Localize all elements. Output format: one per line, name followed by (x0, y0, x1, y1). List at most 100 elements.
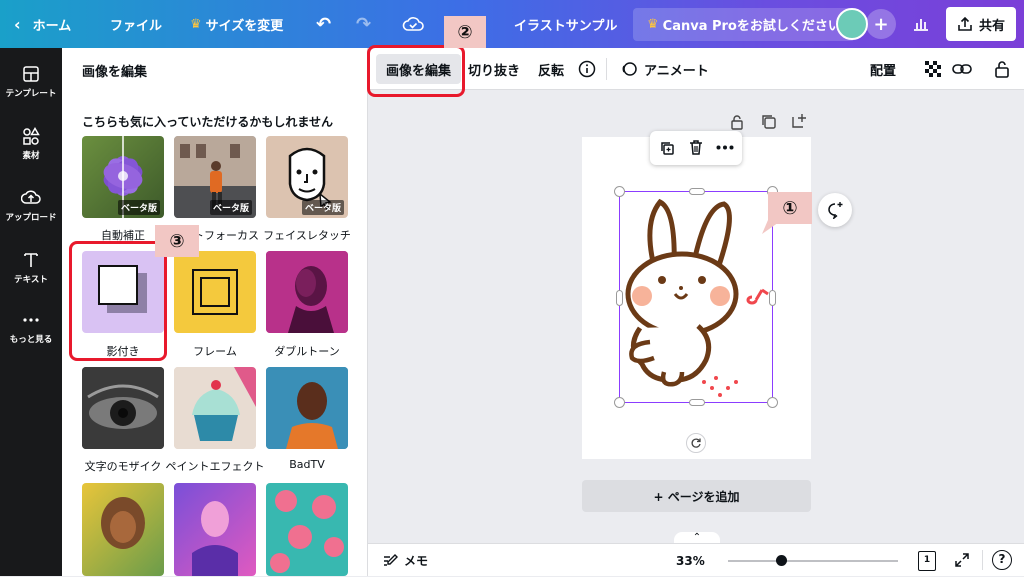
more-options-icon[interactable] (716, 145, 734, 150)
annotation-tag-3: ③ (155, 225, 199, 257)
eye-mosaic-thumbnail (82, 367, 164, 449)
notes-icon (384, 553, 398, 566)
upload-share-icon (958, 16, 972, 31)
effect-tile-duotone[interactable] (266, 251, 348, 333)
help-icon[interactable]: ? (992, 550, 1012, 570)
resize-handle[interactable] (689, 188, 705, 195)
resize-handle[interactable] (769, 290, 776, 306)
annotation-pointer (762, 220, 782, 234)
annotation-number: ③ (169, 230, 185, 252)
selected-image-element[interactable] (614, 186, 778, 408)
page-add-icon[interactable] (791, 113, 807, 133)
share-label: 共有 (978, 18, 1005, 34)
effect-label: フェイスレタッチ (263, 229, 351, 242)
zoom-level[interactable]: 33% (676, 554, 705, 568)
info-icon[interactable] (578, 48, 596, 90)
undo-icon[interactable]: ↶ (316, 0, 331, 48)
resize-handle[interactable] (614, 186, 625, 197)
top-bar: ‹ ホーム ファイル ♛ サイズを変更 ↶ ↷ イラストサンプル ♛ Canva… (0, 0, 1024, 48)
toolbar-divider (606, 58, 607, 80)
resize-handle[interactable] (616, 290, 623, 306)
rail-item-uploads[interactable]: アップロード (0, 188, 62, 223)
rail-label: テキスト (14, 275, 48, 285)
animate-button[interactable]: アニメート (620, 48, 709, 90)
bottom-bar: メモ 33% 1 ? (368, 543, 1024, 576)
resize-button[interactable]: ♛ サイズを変更 (190, 0, 283, 48)
lock-icon[interactable] (994, 48, 1010, 90)
effect-tile-more-1[interactable] (82, 483, 164, 576)
add-collaborator-button[interactable]: + (866, 9, 896, 39)
effect-tile-auto-enhance[interactable]: ベータ版 (82, 136, 164, 218)
annotation-box-drop-shadow (69, 241, 167, 361)
effect-tile-frame[interactable] (174, 251, 256, 333)
avatar[interactable] (836, 8, 868, 40)
pro-trial-button[interactable]: ♛ Canva Proをお試しください (633, 0, 855, 48)
effect-tile-face-retouch[interactable]: ベータ版 (266, 136, 348, 218)
home-button[interactable]: ‹ ホーム (14, 0, 71, 48)
trash-icon[interactable] (688, 139, 704, 156)
cupcake-thumbnail (174, 367, 256, 449)
crown-icon: ♛ (190, 16, 202, 32)
notes-button[interactable]: メモ (382, 544, 428, 577)
rail-item-templates[interactable]: テンプレート (0, 64, 62, 99)
effect-tile-autofocus[interactable]: ベータ版 (174, 136, 256, 218)
badtv-portrait-thumbnail (266, 367, 348, 449)
page-count-button[interactable]: 1 (918, 551, 936, 571)
effect-tile-letter-mosaic[interactable] (82, 367, 164, 449)
rail-label: アップロード (5, 213, 57, 223)
resize-handle[interactable] (689, 399, 705, 406)
duotone-portrait-thumbnail (266, 251, 348, 333)
effect-label: 文字のモザイク (84, 460, 162, 473)
more-icon (23, 318, 39, 322)
flip-button[interactable]: 反転 (538, 48, 564, 90)
beta-badge: ベータ版 (301, 200, 344, 215)
effect-label: BadTV (289, 458, 325, 471)
add-page-button[interactable]: + ページを追加 (582, 480, 811, 512)
effect-label: ダブルトーン (274, 345, 340, 358)
rail-item-more[interactable]: もっと見る (0, 310, 62, 345)
beta-badge: ベータ版 (209, 200, 252, 215)
rotate-handle-icon[interactable] (686, 433, 706, 453)
file-label: ファイル (110, 18, 163, 34)
effect-label: フレーム (193, 345, 237, 358)
effect-label: ペイントエフェクト (165, 460, 265, 473)
add-comment-button[interactable] (818, 193, 852, 227)
effect-tile-paint-effect[interactable] (174, 367, 256, 449)
document-title[interactable]: イラストサンプル (514, 0, 617, 48)
rail-label: 素材 (22, 151, 40, 161)
link-icon[interactable] (952, 48, 972, 90)
zoom-slider[interactable] (728, 555, 898, 566)
effect-tile-badtv[interactable] (266, 367, 348, 449)
redo-icon[interactable]: ↷ (356, 0, 371, 48)
resize-handle[interactable] (767, 397, 778, 408)
duplicate-icon[interactable] (659, 140, 675, 156)
beta-badge: ベータ版 (117, 200, 160, 215)
notes-label: メモ (404, 554, 429, 568)
insights-icon[interactable] (912, 0, 930, 48)
panel-subtitle: こちらも気に入っていただけるかもしれません (82, 115, 334, 129)
zoom-slider-thumb[interactable] (775, 555, 787, 566)
document-title-text: イラストサンプル (514, 18, 618, 34)
rail-item-elements[interactable]: 素材 (0, 126, 62, 161)
transparency-icon[interactable] (924, 48, 942, 90)
annotation-tag-2: ② (444, 16, 486, 48)
fullscreen-icon[interactable] (954, 552, 970, 571)
rail-item-text[interactable]: テキスト (0, 250, 62, 285)
share-button[interactable]: 共有 (946, 7, 1016, 41)
effect-tile-more-2[interactable] (174, 483, 256, 576)
position-button[interactable]: 配置 (870, 48, 896, 90)
file-menu[interactable]: ファイル (110, 0, 162, 48)
cloud-saved-icon[interactable] (402, 0, 424, 48)
rabbit-illustration (625, 198, 769, 397)
page-duplicate-icon[interactable] (761, 114, 777, 134)
rail-label: もっと見る (9, 335, 53, 345)
design-page[interactable] (582, 131, 811, 459)
effect-tile-more-3[interactable] (266, 483, 348, 576)
resize-handle[interactable] (614, 397, 625, 408)
crop-button[interactable]: 切り抜き (468, 48, 520, 90)
chevron-left-icon: ‹ (14, 14, 21, 34)
flip-label: 反転 (538, 63, 565, 79)
page-count: 1 (923, 555, 931, 565)
upload-icon (21, 190, 41, 204)
bottom-divider (982, 550, 983, 570)
